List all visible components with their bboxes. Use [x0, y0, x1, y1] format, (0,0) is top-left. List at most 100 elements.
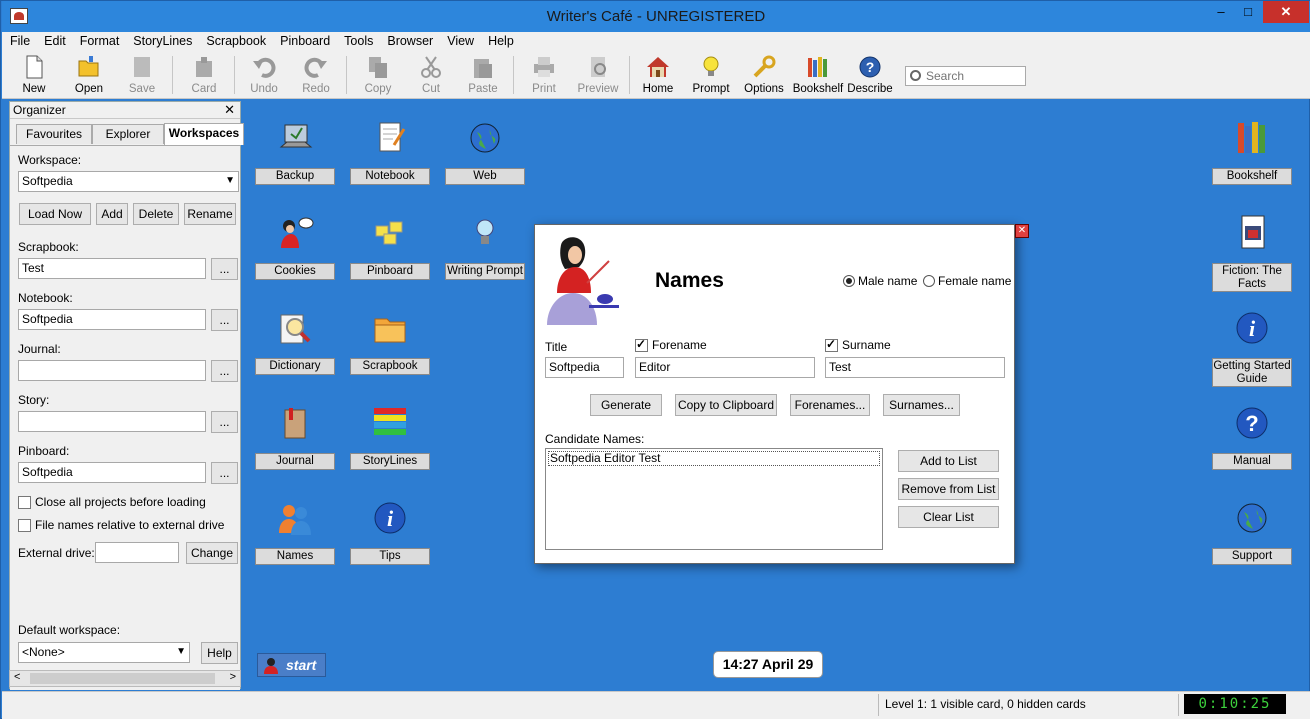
scrapbook-field[interactable]: Test: [18, 258, 206, 279]
candidate-names-list[interactable]: Softpedia Editor Test: [545, 448, 883, 550]
list-item[interactable]: Softpedia Editor Test: [548, 451, 880, 466]
paste-button[interactable]: Paste: [461, 55, 505, 97]
open-button[interactable]: Open: [67, 55, 111, 97]
desktop-names[interactable]: Names: [255, 499, 335, 565]
desktop-bookshelf[interactable]: Bookshelf: [1212, 119, 1292, 185]
change-button[interactable]: Change: [186, 542, 238, 564]
home-button[interactable]: Home: [636, 55, 680, 97]
scrollbar-thumb[interactable]: [30, 673, 215, 684]
desktop-tips[interactable]: i Tips: [350, 499, 430, 565]
desktop-dictionary[interactable]: Dictionary: [255, 309, 335, 375]
save-button[interactable]: Save: [120, 55, 164, 97]
desktop-journal[interactable]: Journal: [255, 404, 335, 470]
add-workspace-button[interactable]: Add: [96, 203, 128, 225]
close-button[interactable]: ✕: [1263, 1, 1309, 23]
surnames-button[interactable]: Surnames...: [883, 394, 960, 416]
menu-edit[interactable]: Edit: [36, 32, 72, 48]
backup-label: Backup: [255, 168, 335, 185]
clear-list-button[interactable]: Clear List: [898, 506, 999, 528]
desktop-cookies[interactable]: Cookies: [255, 214, 335, 280]
desktop-manual[interactable]: ? Manual: [1212, 404, 1292, 470]
menu-pinboard[interactable]: Pinboard: [272, 32, 336, 48]
rename-workspace-button[interactable]: Rename: [184, 203, 236, 225]
desktop-scrapbook[interactable]: Scrapbook: [350, 309, 430, 375]
menu-help[interactable]: Help: [480, 32, 520, 48]
add-to-list-button[interactable]: Add to List: [898, 450, 999, 472]
menu-scrapbook[interactable]: Scrapbook: [198, 32, 272, 48]
forenames-button[interactable]: Forenames...: [790, 394, 870, 416]
print-button[interactable]: Print: [522, 55, 566, 97]
dialog-close-button[interactable]: ✕: [1015, 224, 1029, 238]
prompt-button[interactable]: Prompt: [689, 55, 733, 97]
copy-clipboard-button[interactable]: Copy to Clipboard: [675, 394, 777, 416]
minimize-button[interactable]: ‒: [1207, 1, 1235, 23]
describe-button[interactable]: ? Describe: [846, 55, 894, 97]
story-browse-button[interactable]: ...: [211, 411, 238, 433]
help-button[interactable]: Help: [201, 642, 238, 664]
help-icon: ?: [859, 56, 881, 78]
generate-button[interactable]: Generate: [590, 394, 662, 416]
surname-field[interactable]: Test: [825, 357, 1005, 378]
lightbulb-icon: [476, 219, 494, 244]
desktop-web[interactable]: Web: [445, 119, 525, 185]
notebook-browse-button[interactable]: ...: [211, 309, 238, 331]
desktop-writing-prompt[interactable]: Writing Prompt: [445, 214, 525, 280]
start-button[interactable]: start: [257, 653, 326, 677]
organizer-close-button[interactable]: ✕: [224, 102, 235, 118]
menu-format[interactable]: Format: [72, 32, 126, 48]
desktop-storylines[interactable]: StoryLines: [350, 404, 430, 470]
journal-field[interactable]: [18, 360, 206, 381]
menu-browser[interactable]: Browser: [379, 32, 439, 48]
scroll-left-icon[interactable]: <: [14, 671, 20, 683]
pinboard-field[interactable]: Softpedia: [18, 462, 206, 483]
desktop-fiction-facts[interactable]: Fiction: The Facts: [1212, 214, 1292, 292]
menu-tools[interactable]: Tools: [336, 32, 379, 48]
preview-button[interactable]: Preview: [574, 55, 622, 97]
menu-storylines[interactable]: StoryLines: [125, 32, 198, 48]
scrapbook-browse-button[interactable]: ...: [211, 258, 238, 280]
forename-field[interactable]: Editor: [635, 357, 815, 378]
menu-view[interactable]: View: [439, 32, 480, 48]
bookshelf-button[interactable]: Bookshelf: [792, 55, 844, 97]
forename-checkbox[interactable]: Forename: [635, 337, 707, 352]
pinboard-browse-button[interactable]: ...: [211, 462, 238, 484]
external-drive-field[interactable]: [95, 542, 179, 563]
story-field[interactable]: [18, 411, 206, 432]
desktop-notebook[interactable]: Notebook: [350, 119, 430, 185]
notebook-field[interactable]: Softpedia: [18, 309, 206, 330]
journal-browse-button[interactable]: ...: [211, 360, 238, 382]
organizer-scrollbar[interactable]: < >: [9, 670, 241, 687]
writing-prompt-label: Writing Prompt: [445, 263, 525, 280]
undo-button[interactable]: Undo: [242, 55, 286, 97]
remove-from-list-button[interactable]: Remove from List: [898, 478, 999, 500]
card-button[interactable]: Card: [182, 55, 226, 97]
redo-button[interactable]: Redo: [294, 55, 338, 97]
options-button[interactable]: Options: [742, 55, 786, 97]
search-box[interactable]: [905, 66, 1026, 86]
male-name-label: Male name: [858, 274, 918, 288]
close-all-checkbox[interactable]: Close all projects before loading: [18, 495, 206, 509]
workspace-select[interactable]: Softpedia ▼: [18, 171, 239, 192]
title-field[interactable]: Softpedia: [545, 357, 624, 378]
relative-names-checkbox[interactable]: File names relative to external drive: [18, 518, 224, 532]
load-now-button[interactable]: Load Now: [19, 203, 91, 225]
maximize-button[interactable]: □: [1234, 1, 1262, 23]
new-button[interactable]: New: [14, 55, 54, 97]
search-input[interactable]: [926, 68, 1022, 84]
delete-workspace-button[interactable]: Delete: [133, 203, 179, 225]
cut-button[interactable]: Cut: [409, 55, 453, 97]
male-name-radio[interactable]: Male name: [843, 274, 917, 288]
tab-workspaces[interactable]: Workspaces: [164, 123, 244, 145]
scroll-right-icon[interactable]: >: [230, 671, 236, 683]
tab-favourites[interactable]: Favourites: [16, 124, 92, 144]
menu-file[interactable]: File: [2, 32, 36, 48]
desktop-pinboard[interactable]: Pinboard: [350, 214, 430, 280]
female-name-radio[interactable]: Female name: [923, 274, 1011, 288]
desktop-getting-started[interactable]: i Getting Started Guide: [1212, 309, 1292, 387]
surname-checkbox[interactable]: Surname: [825, 337, 891, 352]
desktop-backup[interactable]: Backup: [255, 119, 335, 185]
tab-explorer[interactable]: Explorer: [92, 124, 164, 144]
default-workspace-select[interactable]: <None> ▼: [18, 642, 190, 663]
desktop-support[interactable]: Support: [1212, 499, 1292, 565]
copy-button[interactable]: Copy: [356, 55, 400, 97]
